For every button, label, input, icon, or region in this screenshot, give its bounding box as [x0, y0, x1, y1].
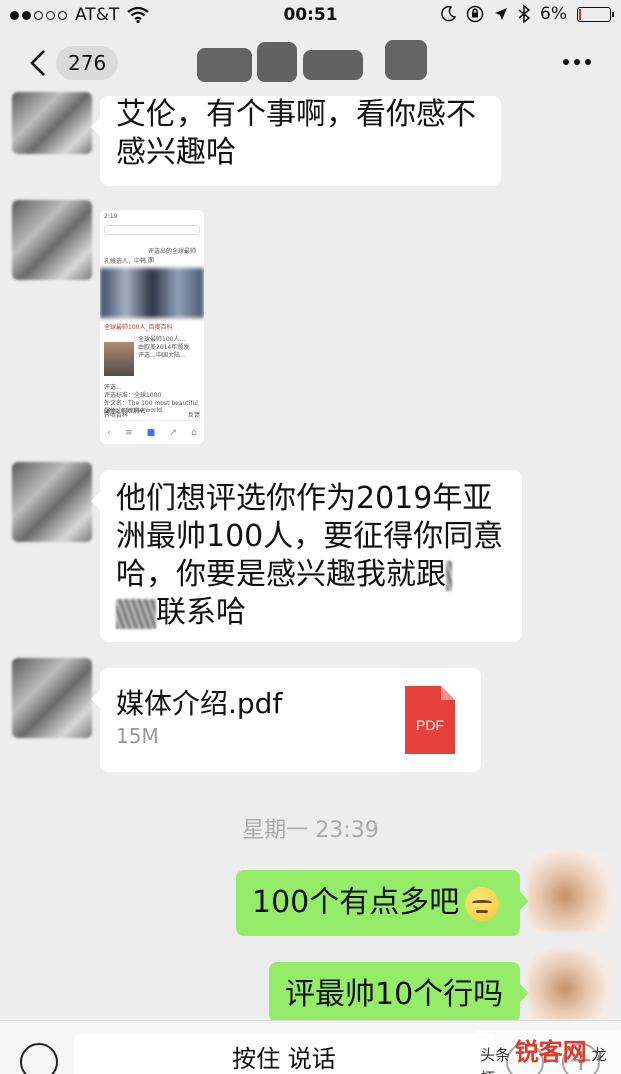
thumb-redacted-images [100, 268, 204, 318]
thumb-footer-right: 反馈 [187, 412, 200, 419]
watermark-prefix: 头条 [480, 1046, 511, 1064]
moon-icon [441, 6, 457, 22]
contact-avatar[interactable] [12, 92, 92, 154]
message-bubble-incoming[interactable]: 艾伦，有个事啊，看你感不 感兴趣哈 [91, 96, 501, 186]
redacted-name [446, 560, 452, 591]
message-line: 感兴趣哈 [116, 135, 236, 170]
my-avatar[interactable] [528, 950, 610, 1020]
message-text: 100个有点多吧 [252, 885, 460, 920]
message-line: 哈，你要是感兴趣我就跟 [116, 556, 506, 594]
contact-avatar[interactable] [12, 658, 92, 738]
message-bubble-outgoing[interactable]: 100个有点多吧 [236, 870, 529, 936]
message-line: 洲最帅100人，要征得你同意 [116, 519, 504, 554]
orientation-lock-icon [466, 5, 484, 23]
pdf-file-icon: PDF [405, 686, 455, 754]
thumb-toolbar: ‹ ≡ ■ ↗ ⌂ [100, 420, 204, 444]
file-size: 15M [116, 724, 159, 748]
message-text: 哈，你要是感兴趣我就跟 [116, 557, 446, 592]
hold-to-talk-button[interactable]: 按住 说话 [74, 1033, 494, 1074]
message-line: 艾伦，有个事啊，看你感不 [116, 97, 476, 132]
thumb-search-bar [104, 225, 200, 235]
chat-nav-bar: 276 [0, 32, 621, 92]
bluetooth-icon [518, 5, 531, 23]
watermark-brand: 锐客网 [514, 1038, 587, 1066]
thumb-line: 孔候选人，中韩... [104, 258, 152, 265]
message-line: 联系哈 [116, 594, 506, 632]
pdf-icon-label: PDF [416, 717, 444, 733]
thumb-line: 评选…中国大陆… [138, 352, 187, 359]
emoji-smirk-icon [465, 886, 500, 921]
keyboard-icon[interactable] [20, 1043, 58, 1074]
message-line: 他们想评选你作为2019年亚 [116, 481, 493, 516]
file-message[interactable]: 媒体介绍.pdf 15M PDF [91, 668, 481, 772]
message-bubble-outgoing[interactable]: 评最帅10个行吗 [269, 962, 529, 1022]
redacted-name [116, 598, 156, 629]
my-avatar[interactable] [528, 852, 610, 932]
location-icon [495, 8, 508, 20]
unread-count-badge[interactable]: 276 [56, 46, 119, 80]
contact-avatar[interactable] [12, 200, 92, 280]
message-text: 联系哈 [156, 595, 246, 630]
battery-percent: 6% [540, 4, 567, 24]
file-name: 媒体介绍.pdf [116, 687, 283, 720]
chat-timestamp: 星期一 23:39 [242, 818, 379, 843]
watermark: 头条 锐客网 龙虾 [476, 1030, 621, 1074]
thumb-time: 2:19 [104, 213, 118, 220]
redacted-chat-title [197, 40, 427, 82]
thumb-heading: 全球最帅100人_百度百科 [104, 324, 173, 331]
more-dots-icon[interactable] [563, 59, 591, 65]
message-text: 评最帅10个行吗 [285, 977, 504, 1012]
status-bar: AT&T 00:51 6% [0, 0, 621, 32]
screenshot-image-message[interactable]: 2:19 评选出的全球最帅面 孔候选人，中韩... 全球最帅100人_百度百科 … [100, 210, 204, 444]
battery-icon [577, 6, 614, 22]
message-bubble-incoming[interactable]: 他们想评选你作为2019年亚 洲最帅100人，要征得你同意 哈，你要是感兴趣我就… [91, 470, 522, 642]
contact-avatar[interactable] [12, 462, 92, 542]
